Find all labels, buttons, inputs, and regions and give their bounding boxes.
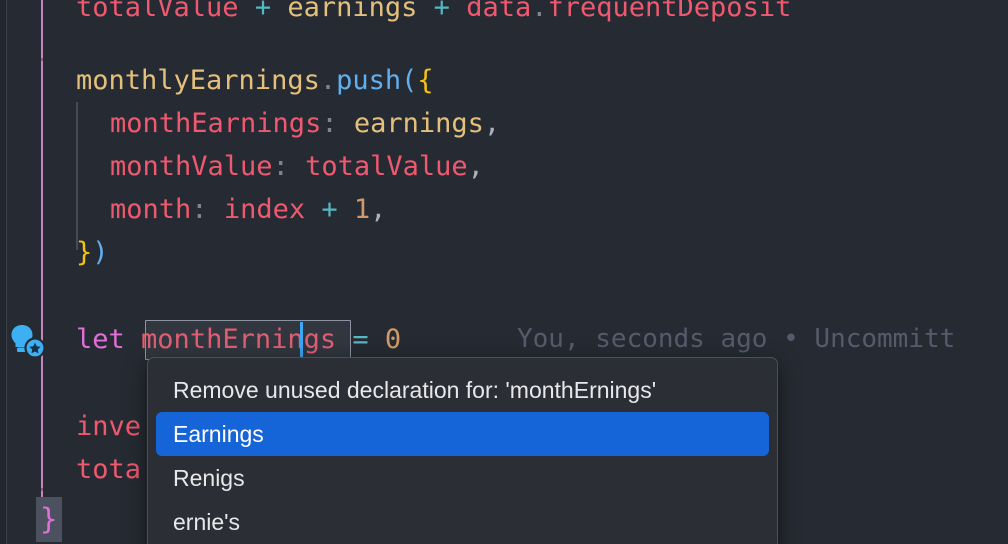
code-line[interactable]: month: index + 1, xyxy=(0,188,1008,231)
code-line[interactable]: }) xyxy=(0,231,1008,274)
code-line[interactable]: monthlyEarnings.push({ xyxy=(0,59,1008,102)
code-token: totalValue xyxy=(76,0,239,23)
code-token: push xyxy=(336,65,402,96)
code-token: data xyxy=(466,0,532,23)
code-token: ( xyxy=(401,65,418,96)
code-token: , xyxy=(483,108,501,139)
code-token: . xyxy=(319,65,337,96)
inline-git-blame: You, seconds ago • Uncommitt xyxy=(517,324,956,354)
code-token: 1 xyxy=(353,194,371,225)
code-token: ) xyxy=(92,237,109,268)
rename-highlight-box[interactable] xyxy=(145,320,351,360)
code-token: frequentDeposit xyxy=(547,0,792,23)
code-token: = xyxy=(352,324,369,355)
lightbulb-star-icon[interactable] xyxy=(6,319,48,361)
code-token: let xyxy=(76,324,125,355)
code-token: : xyxy=(321,108,338,139)
code-token: index xyxy=(223,194,306,225)
suggestion-item[interactable]: Renigs xyxy=(156,456,769,500)
code-token: monthValue xyxy=(110,151,273,182)
suggestion-item[interactable]: ernie's xyxy=(156,500,769,544)
code-token: + xyxy=(254,0,272,23)
suggestion-item[interactable]: Earnings xyxy=(156,412,769,456)
code-token: { xyxy=(417,65,434,96)
suggestion-popup[interactable]: Remove unused declaration for: 'monthErn… xyxy=(147,357,778,544)
code-token: . xyxy=(531,0,548,23)
text-caret xyxy=(300,322,303,358)
closing-brace: } xyxy=(40,502,58,536)
suggestion-item[interactable]: Remove unused declaration for: 'monthErn… xyxy=(156,368,769,412)
code-token: totalValue xyxy=(305,151,468,182)
code-token: , xyxy=(467,151,484,182)
code-token: + xyxy=(433,0,450,23)
code-token: : xyxy=(272,151,289,182)
code-token: month xyxy=(110,194,192,225)
code-token: tota xyxy=(76,454,142,485)
code-token: 0 xyxy=(384,324,402,355)
code-token: , xyxy=(370,194,387,225)
code-token: : xyxy=(191,194,208,225)
code-token: + xyxy=(321,194,338,225)
code-line[interactable]: monthEarnings: earnings, xyxy=(0,102,1008,145)
code-line[interactable]: monthValue: totalValue, xyxy=(0,145,1008,188)
code-token: inve xyxy=(76,411,142,442)
code-token: earnings xyxy=(353,108,484,139)
code-token: earnings xyxy=(287,0,418,23)
code-token: } xyxy=(76,237,93,268)
code-line[interactable]: totalValue + earnings + data.frequentDep… xyxy=(0,0,1008,29)
code-token: monthEarnings xyxy=(110,108,322,139)
code-editor-viewport[interactable]: totalValue + earnings + data.frequentDep… xyxy=(0,0,1008,544)
code-token: monthlyEarnings xyxy=(76,65,320,96)
